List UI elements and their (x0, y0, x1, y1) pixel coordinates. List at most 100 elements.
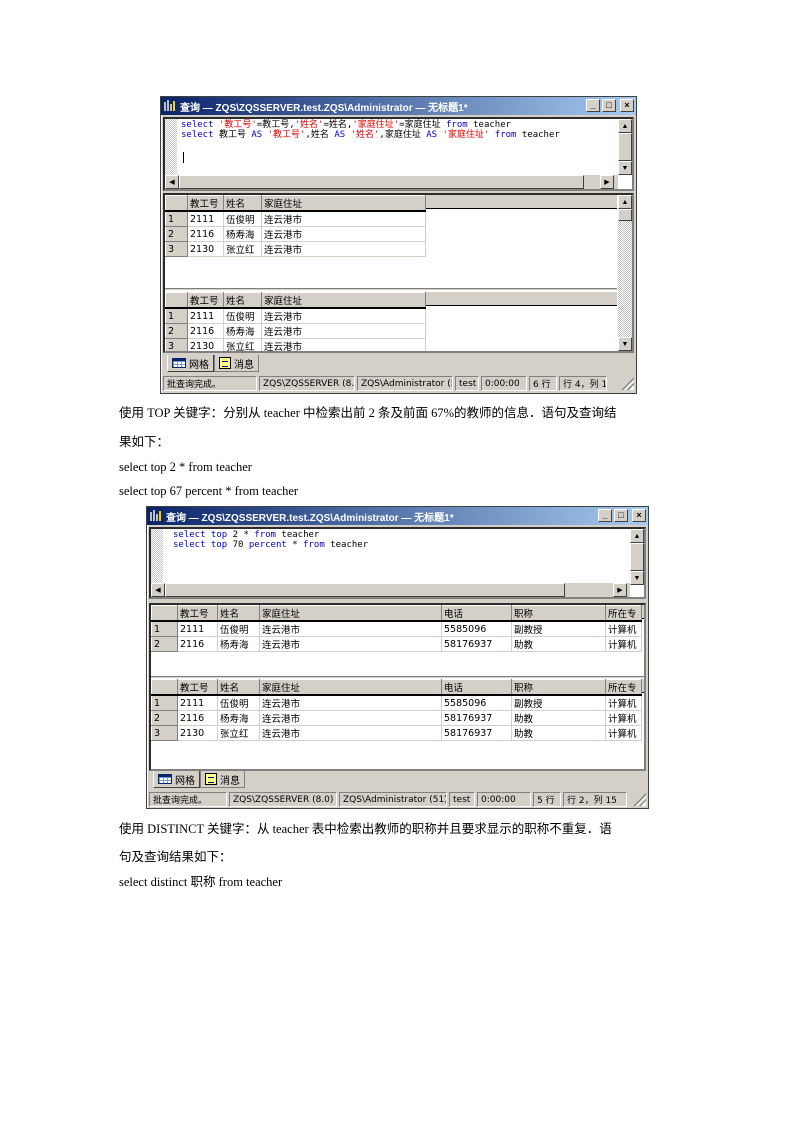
horizontal-scrollbar[interactable]: ◀ ▶ (151, 583, 630, 597)
vertical-scrollbar[interactable]: ▲ ▼ (630, 529, 644, 585)
row-number[interactable]: 3 (151, 725, 178, 741)
scroll-thumb[interactable] (179, 175, 584, 189)
tab-messages[interactable]: 消息 (214, 355, 259, 372)
sql-code[interactable]: select '教工号'=教工号,'姓名'=姓名,'家庭住址'=家庭住址 fro… (181, 120, 560, 140)
tab-messages[interactable]: 消息 (200, 771, 245, 788)
table-cell[interactable]: 杨寿海 (217, 636, 260, 652)
minimize-button[interactable]: _ (598, 509, 612, 522)
table-row[interactable]: 2 2116 杨寿海 连云港市 (165, 323, 426, 339)
table-cell[interactable]: 杨寿海 (223, 226, 262, 242)
table-cell[interactable]: 2111 (187, 307, 224, 324)
scroll-thumb[interactable] (618, 209, 632, 221)
maximize-button[interactable]: □ (614, 509, 628, 522)
scroll-down-button[interactable]: ▼ (630, 571, 644, 585)
table-cell[interactable]: 连云港市 (259, 710, 442, 726)
minimize-button[interactable]: _ (586, 99, 600, 112)
scroll-up-button[interactable]: ▲ (630, 529, 644, 543)
table-row[interactable]: 1 2111 伍俊明 连云港市 (165, 210, 426, 227)
corner-cell[interactable] (151, 605, 178, 622)
scroll-up-button[interactable]: ▲ (618, 195, 632, 209)
sql-editor[interactable]: select top 2 * from teacher select top 70… (149, 527, 646, 599)
table-cell[interactable]: 连云港市 (261, 307, 426, 324)
column-header[interactable]: 家庭住址 (259, 605, 442, 622)
table-row[interactable]: 1 2111 伍俊明 连云港市 5585096 副教授 计算机 (151, 620, 642, 637)
table-row[interactable]: 3 2130 张立红 连云港市 (165, 241, 426, 257)
table-row[interactable]: 3 2130 张立红 连云港市 (165, 338, 426, 351)
vertical-scrollbar[interactable]: ▲ ▼ (618, 195, 632, 351)
results-grid[interactable]: 教工号 姓名 家庭住址 1 2111 伍俊明 连云港市 2 2116 杨寿海 连云港市 3 2130 张立… (163, 193, 634, 353)
column-header[interactable]: 所在专 (605, 679, 642, 696)
table-cell[interactable]: 58176937 (441, 725, 512, 741)
table-cell[interactable]: 58176937 (441, 636, 512, 652)
resize-grip[interactable] (632, 792, 646, 806)
table-cell[interactable]: 连云港市 (259, 694, 442, 711)
scroll-left-button[interactable]: ◀ (165, 175, 179, 189)
table-cell[interactable]: 副教授 (511, 620, 606, 637)
column-header[interactable]: 家庭住址 (261, 292, 426, 309)
table-cell[interactable]: 杨寿海 (223, 323, 262, 339)
row-number[interactable]: 1 (151, 694, 178, 711)
table-cell[interactable]: 助教 (511, 710, 606, 726)
tab-grid[interactable]: 网格 (167, 355, 214, 372)
table-row[interactable]: 2 2116 杨寿海 连云港市 (165, 226, 426, 242)
row-number[interactable]: 1 (151, 620, 178, 637)
table-cell[interactable]: 2116 (177, 636, 218, 652)
table-cell[interactable]: 2130 (187, 241, 224, 257)
sql-editor[interactable]: select '教工号'=教工号,'姓名'=姓名,'家庭住址'=家庭住址 fro… (163, 117, 634, 191)
table-cell[interactable]: 5585096 (441, 620, 512, 637)
table-cell[interactable]: 连云港市 (261, 210, 426, 227)
resize-grip[interactable] (620, 376, 634, 390)
table-cell[interactable]: 张立红 (223, 241, 262, 257)
column-header[interactable]: 职称 (511, 679, 606, 696)
tab-grid[interactable]: 网格 (153, 771, 200, 788)
column-header[interactable]: 电话 (441, 605, 512, 622)
table-cell[interactable]: 2116 (187, 323, 224, 339)
scroll-thumb[interactable] (630, 543, 644, 571)
table-cell[interactable]: 2111 (177, 620, 218, 637)
row-number[interactable]: 2 (165, 226, 188, 242)
maximize-button[interactable]: □ (602, 99, 616, 112)
table-cell[interactable]: 58176937 (441, 710, 512, 726)
table-cell[interactable]: 计算机 (605, 636, 642, 652)
table-cell[interactable]: 助教 (511, 725, 606, 741)
sql-code[interactable]: select top 2 * from teacher select top 70… (173, 530, 368, 550)
table-cell[interactable]: 连云港市 (261, 241, 426, 257)
table-cell[interactable]: 伍俊明 (217, 620, 260, 637)
scroll-right-button[interactable]: ▶ (600, 175, 614, 189)
row-number[interactable]: 2 (151, 636, 178, 652)
table-cell[interactable]: 计算机 (605, 620, 642, 637)
column-header[interactable]: 电话 (441, 679, 512, 696)
table-row[interactable]: 2 2116 杨寿海 连云港市 58176937 助教 计算机 (151, 710, 642, 726)
table-row[interactable]: 1 2111 伍俊明 连云港市 5585096 副教授 计算机 (151, 694, 642, 711)
table-cell[interactable]: 计算机 (605, 710, 642, 726)
table-cell[interactable]: 2111 (177, 694, 218, 711)
horizontal-scrollbar[interactable]: ◀ ▶ (165, 175, 618, 189)
table-cell[interactable]: 2130 (187, 338, 224, 351)
table-cell[interactable]: 计算机 (605, 725, 642, 741)
table-cell[interactable]: 副教授 (511, 694, 606, 711)
table-row[interactable]: 2 2116 杨寿海 连云港市 58176937 助教 计算机 (151, 636, 642, 652)
table-cell[interactable]: 伍俊明 (223, 210, 262, 227)
table-cell[interactable]: 连云港市 (259, 620, 442, 637)
corner-cell[interactable] (165, 292, 188, 309)
table-cell[interactable]: 张立红 (223, 338, 262, 351)
row-number[interactable]: 2 (165, 323, 188, 339)
result-splitter[interactable] (165, 288, 617, 291)
row-number[interactable]: 1 (165, 210, 188, 227)
table-cell[interactable]: 伍俊明 (217, 694, 260, 711)
table-cell[interactable]: 连云港市 (261, 338, 426, 351)
column-header[interactable]: 姓名 (217, 679, 260, 696)
scroll-thumb[interactable] (618, 133, 632, 161)
table-cell[interactable]: 2130 (177, 725, 218, 741)
corner-cell[interactable] (151, 679, 178, 696)
close-button[interactable]: × (620, 99, 634, 112)
table-cell[interactable]: 伍俊明 (223, 307, 262, 324)
results-grid[interactable]: 教工号 姓名 家庭住址 电话 职称 所在专 1 2111 伍俊明 连云港市 5585096 副教授 计算… (149, 603, 646, 771)
scroll-thumb[interactable] (165, 583, 565, 597)
title-bar[interactable]: 查询 — ZQS\ZQSSERVER.test.ZQS\Administrato… (147, 507, 648, 525)
column-header[interactable]: 教工号 (187, 292, 224, 309)
column-header[interactable]: 所在专 (605, 605, 642, 622)
scroll-right-button[interactable]: ▶ (613, 583, 627, 597)
table-cell[interactable]: 连云港市 (261, 226, 426, 242)
column-header[interactable]: 家庭住址 (261, 195, 426, 212)
